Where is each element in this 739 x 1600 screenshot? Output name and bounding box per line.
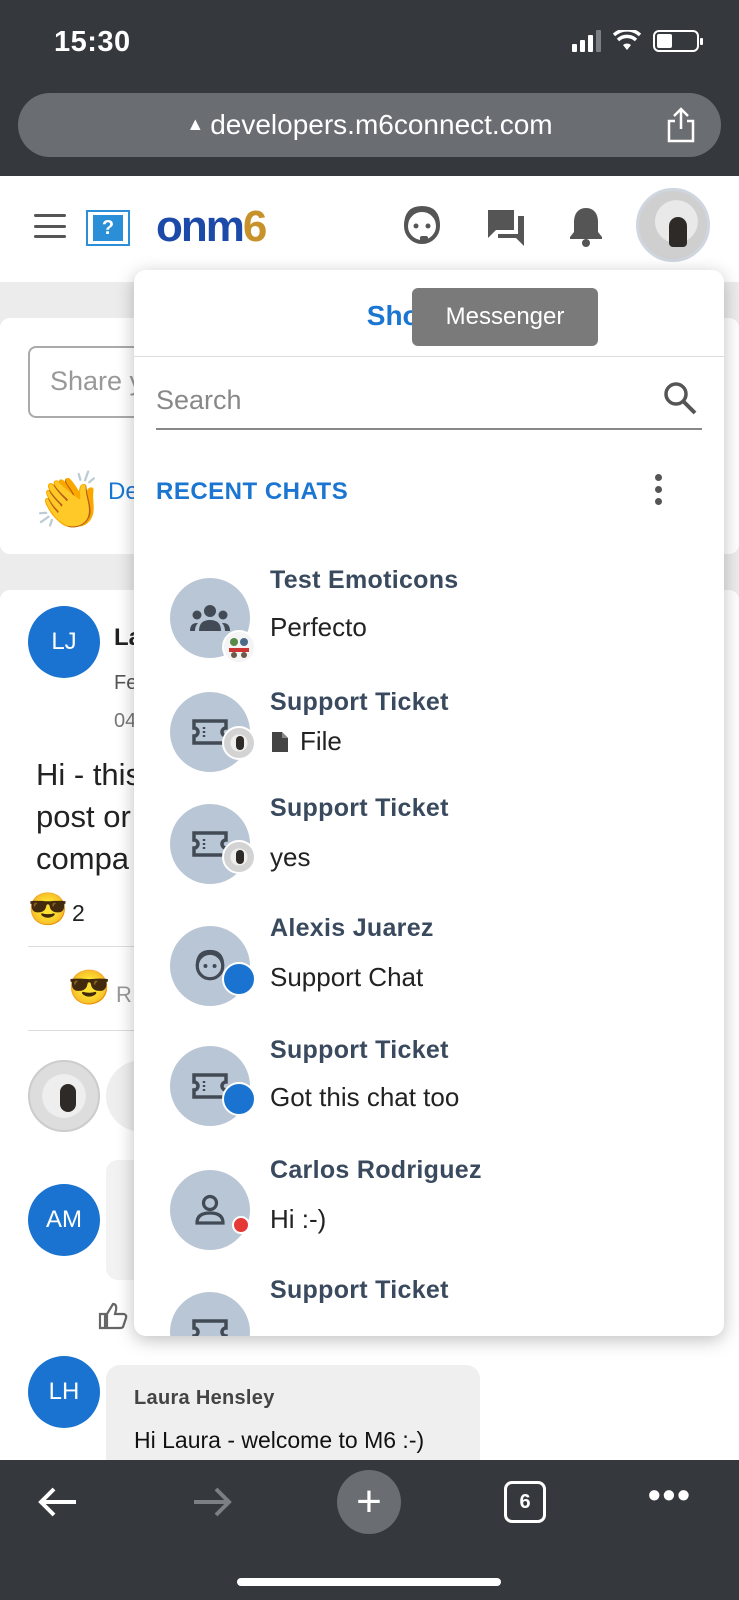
- support-agent-icon[interactable]: [400, 204, 444, 248]
- profile-avatar[interactable]: [636, 188, 710, 262]
- chat-item-support-ticket[interactable]: Support Ticket yes: [134, 784, 724, 894]
- status-icons: [572, 30, 703, 52]
- ticket-icon: [170, 1292, 250, 1336]
- help-icon: ?: [93, 215, 123, 241]
- divider: [134, 356, 724, 357]
- back-arrow-icon[interactable]: [36, 1484, 80, 1520]
- bell-icon[interactable]: [566, 204, 606, 248]
- app-logo[interactable]: onm6: [156, 202, 267, 252]
- chat-title: Carlos Rodriguez: [270, 1156, 482, 1184]
- more-menu-icon[interactable]: •••: [648, 1474, 692, 1516]
- chat-title: Alexis Juarez: [270, 914, 434, 942]
- chat-title: Support Ticket: [270, 1276, 449, 1304]
- share-icon[interactable]: [665, 107, 697, 143]
- reaction-count: 2: [72, 900, 85, 926]
- person-icon: [170, 1170, 250, 1250]
- chat-preview: yes: [270, 842, 311, 872]
- chat-title: Support Ticket: [270, 688, 449, 716]
- author-avatar[interactable]: LJ: [28, 606, 100, 678]
- react-button-label[interactable]: R: [116, 982, 132, 1008]
- user-photo-badge: [222, 840, 256, 874]
- online-status-badge: [222, 962, 256, 996]
- recent-chats-heading: RECENT CHATS: [156, 478, 349, 505]
- search-input[interactable]: [156, 378, 636, 422]
- group-photo-badge: [222, 630, 256, 664]
- chat-item-support-ticket[interactable]: Support Ticket Got this chat too: [134, 1026, 724, 1136]
- warning-icon: ▲: [186, 114, 205, 134]
- search-field[interactable]: [156, 374, 702, 430]
- chat-item-support-ticket[interactable]: Support Ticket File: [134, 672, 724, 782]
- new-tab-button[interactable]: +: [337, 1470, 401, 1534]
- chat-preview: Support Chat: [270, 962, 424, 992]
- chat-item-test-emoticons[interactable]: Test Emoticons Perfecto: [134, 558, 724, 668]
- divider: [28, 946, 138, 947]
- menu-icon[interactable]: [34, 214, 66, 238]
- chat-preview: Got this chat too: [270, 1082, 460, 1112]
- messenger-tooltip: Messenger: [412, 288, 598, 346]
- help-button[interactable]: ?: [86, 210, 130, 246]
- chat-title: Test Emoticons: [270, 566, 459, 594]
- status-time: 15:30: [54, 26, 131, 58]
- chat-item-support-ticket[interactable]: Support Ticket: [134, 1272, 724, 1336]
- post-body: Hi - this post or compa: [36, 757, 142, 876]
- chat-title: Support Ticket: [270, 1036, 449, 1064]
- tabs-button[interactable]: 6: [504, 1481, 546, 1523]
- chat-preview: Perfecto: [270, 612, 367, 642]
- offline-status-badge: [232, 1216, 250, 1234]
- messenger-dropdown: Show full RECENT CHATS Test Emoticons Pe…: [134, 270, 724, 1336]
- battery-icon: [653, 30, 703, 52]
- comment-text: Hi Laura - welcome to M6 :-): [134, 1427, 425, 1453]
- more-options-icon[interactable]: [655, 474, 662, 505]
- online-status-badge: [222, 1082, 256, 1116]
- cellular-signal-icon: [572, 30, 601, 52]
- clap-icon: 👏: [34, 469, 104, 532]
- forum-icon[interactable]: [484, 204, 528, 248]
- browser-top-bar: 15:30 ▲ developers.m6connect.com: [0, 0, 739, 176]
- comment-bubble: Laura Hensley Hi Laura - welcome to M6 :…: [106, 1365, 480, 1475]
- divider: [28, 1030, 138, 1031]
- file-icon: [272, 731, 288, 752]
- chat-item-carlos-rodriguez[interactable]: Carlos Rodriguez Hi :-): [134, 1150, 724, 1260]
- forward-arrow-icon[interactable]: [190, 1484, 234, 1520]
- search-icon[interactable]: [662, 380, 698, 416]
- chat-preview: Hi :-): [270, 1204, 327, 1234]
- wifi-icon: [613, 30, 641, 50]
- commenter-photo-avatar[interactable]: [28, 1060, 100, 1132]
- sunglasses-emoji-icon: 😎: [28, 891, 68, 927]
- chat-item-alexis-juarez[interactable]: Alexis Juarez Support Chat: [134, 906, 724, 1016]
- commenter-avatar[interactable]: LH: [28, 1356, 100, 1428]
- browser-bottom-bar: + 6 •••: [0, 1460, 739, 1600]
- chat-title: Support Ticket: [270, 794, 449, 822]
- react-button-icon[interactable]: 😎: [68, 968, 110, 1008]
- thumb-up-icon[interactable]: [98, 1302, 128, 1330]
- chat-preview: File: [270, 726, 342, 757]
- home-indicator: [237, 1578, 501, 1586]
- user-photo-badge: [222, 726, 256, 760]
- post-time: 04: [114, 710, 137, 732]
- url-text: ▲ developers.m6connect.com: [186, 109, 553, 140]
- comment-author[interactable]: Laura Hensley: [134, 1387, 275, 1410]
- commenter-avatar[interactable]: AM: [28, 1184, 100, 1256]
- url-bar[interactable]: ▲ developers.m6connect.com: [18, 93, 721, 157]
- app-header: ? onm6: [0, 176, 739, 282]
